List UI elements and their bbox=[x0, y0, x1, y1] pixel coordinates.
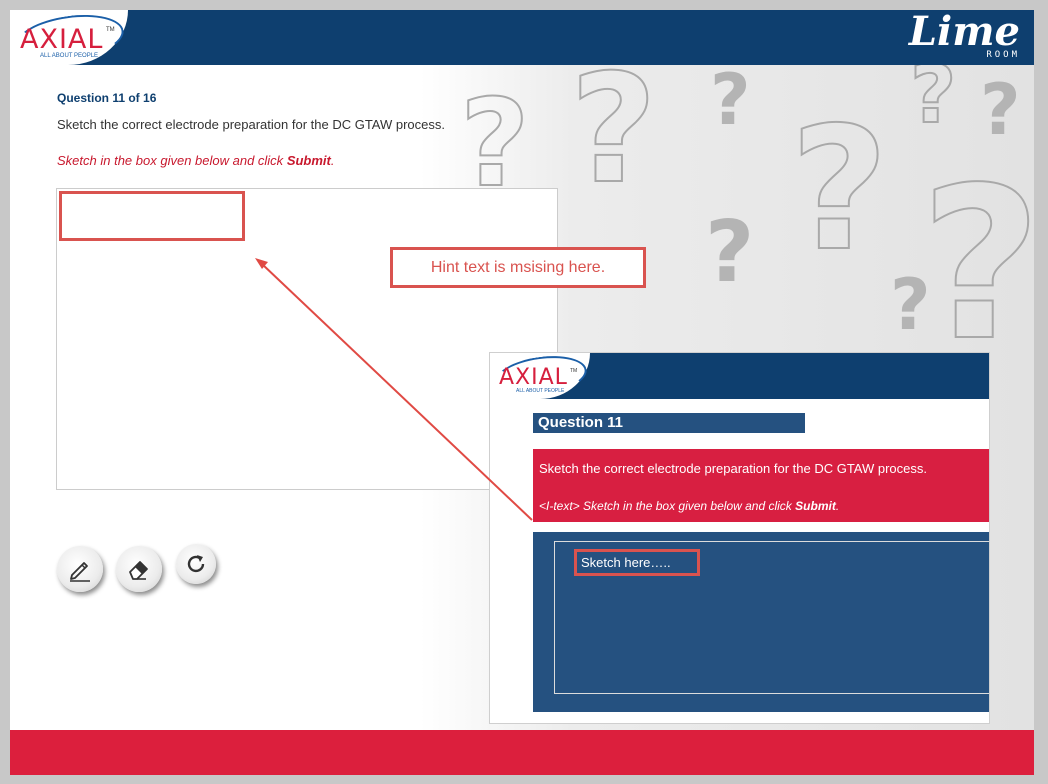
logo-text: AXIAL bbox=[20, 24, 104, 55]
question-mark-decoration: ? bbox=[919, 142, 1034, 387]
reference-logo-text: AXIAL bbox=[499, 365, 568, 390]
reference-question-instruction: <I-text> Sketch in the box given below a… bbox=[539, 499, 839, 513]
question-mark-decoration: ? bbox=[705, 203, 755, 302]
instruction-action: Submit bbox=[286, 153, 331, 168]
instruction-prefix: Sketch in the box given below and click bbox=[57, 153, 287, 168]
room-logo-text: ROOM bbox=[986, 50, 1020, 60]
question-instruction: Sketch in the box given below and click … bbox=[57, 153, 335, 168]
reference-question-text: Sketch the correct electrode preparation… bbox=[539, 461, 927, 476]
question-mark-decoration: ? bbox=[710, 65, 751, 141]
instruction-suffix: . bbox=[330, 153, 335, 168]
hint-missing-callout: Hint text is msising here. bbox=[390, 247, 646, 288]
logo-tm: TM bbox=[106, 27, 115, 33]
footer-bar bbox=[10, 730, 1034, 775]
eraser-tool-button[interactable] bbox=[116, 546, 162, 592]
reference-sketch-canvas: Sketch here….. bbox=[554, 541, 989, 694]
reference-logo-tm: TM bbox=[570, 368, 578, 374]
reset-icon bbox=[184, 552, 208, 576]
missing-hint-highlight bbox=[59, 191, 245, 241]
axial-logo: AXIAL TM ALL ABOUT PEOPLE bbox=[10, 10, 128, 68]
reference-instruction-action: Submit bbox=[795, 499, 836, 513]
lime-logo-text: Lime bbox=[908, 10, 1020, 55]
logo-tagline: ALL ABOUT PEOPLE bbox=[40, 53, 99, 59]
question-mark-decoration: ? bbox=[569, 65, 658, 217]
reference-sketch-placeholder: Sketch here….. bbox=[574, 549, 700, 576]
question-text: Sketch the correct electrode preparation… bbox=[57, 117, 445, 132]
reset-tool-button[interactable] bbox=[176, 544, 216, 584]
question-mark-decoration: ? bbox=[789, 91, 890, 289]
eraser-icon bbox=[126, 556, 152, 582]
reference-instruction-suffix: . bbox=[835, 499, 840, 513]
lime-room-logo: Lime ROOM bbox=[909, 12, 1026, 62]
reference-question-box: Sketch the correct electrode preparation… bbox=[533, 449, 989, 522]
reference-axial-logo: AXIAL TM ALL ABOUT PEOPLE bbox=[490, 353, 590, 402]
header-bar: AXIAL TM ALL ABOUT PEOPLE Lime ROOM bbox=[10, 10, 1034, 68]
reference-sketch-box: Sketch here….. bbox=[533, 532, 989, 712]
question-mark-decoration: ? bbox=[980, 69, 1021, 151]
reference-screenshot: AXIAL TM ALL ABOUT PEOPLE Question 11 Sk… bbox=[489, 352, 990, 724]
question-number: Question 11 of 16 bbox=[57, 91, 157, 105]
pencil-tool-button[interactable] bbox=[57, 546, 103, 592]
reference-instruction-prefix: <I-text> Sketch in the box given below a… bbox=[539, 499, 796, 513]
lms-frame: AXIAL TM ALL ABOUT PEOPLE Lime ROOM ? ? … bbox=[10, 10, 1034, 775]
question-mark-decoration: ? bbox=[909, 65, 957, 141]
pencil-icon bbox=[67, 556, 93, 582]
question-mark-decoration: ? bbox=[459, 75, 531, 214]
reference-question-title: Question 11 bbox=[533, 413, 805, 433]
reference-header-bar: AXIAL TM ALL ABOUT PEOPLE bbox=[490, 353, 989, 402]
question-mark-decoration: ? bbox=[890, 264, 931, 346]
reference-logo-tagline: ALL ABOUT PEOPLE bbox=[516, 388, 565, 394]
